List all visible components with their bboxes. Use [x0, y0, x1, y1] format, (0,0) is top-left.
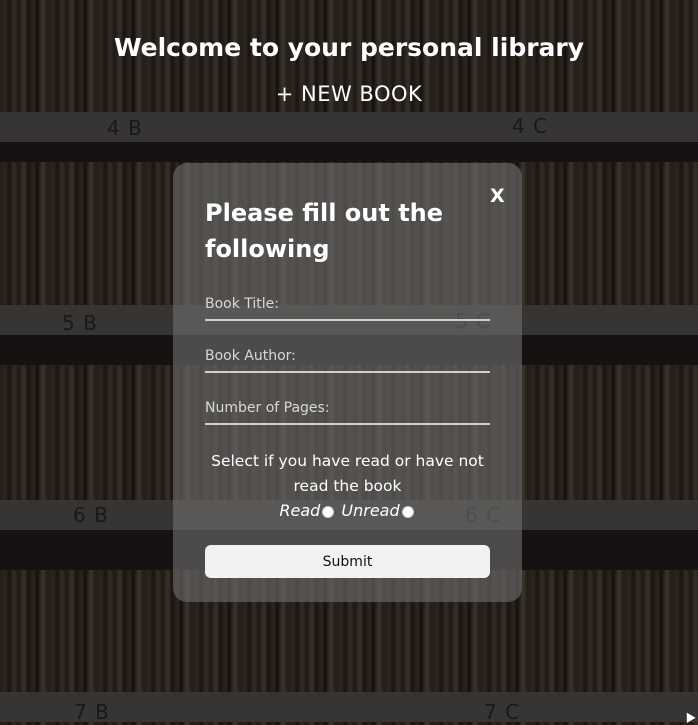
- read-option-label: Read: [279, 501, 321, 520]
- close-icon[interactable]: X: [490, 185, 505, 207]
- read-radio[interactable]: [322, 505, 335, 518]
- submit-button[interactable]: Submit: [205, 545, 490, 578]
- book-title-input[interactable]: [205, 296, 490, 312]
- read-status-options: Read Unread: [205, 499, 490, 523]
- new-book-button[interactable]: + NEW BOOK: [0, 82, 698, 106]
- book-author-input[interactable]: [205, 348, 490, 364]
- book-title-field: [205, 293, 490, 321]
- page-title: Welcome to your personal library: [113, 33, 585, 62]
- pages-field: [205, 397, 490, 425]
- book-author-field: [205, 345, 490, 373]
- read-status-prompt: Select if you have read or have not read…: [211, 452, 484, 495]
- modal-title: Please fill out the following: [205, 199, 444, 263]
- unread-radio[interactable]: [401, 505, 414, 518]
- new-book-modal: Please fill out the following Select if …: [173, 163, 522, 602]
- number-of-pages-input[interactable]: [205, 400, 490, 416]
- unread-option-label: Unread: [341, 501, 400, 520]
